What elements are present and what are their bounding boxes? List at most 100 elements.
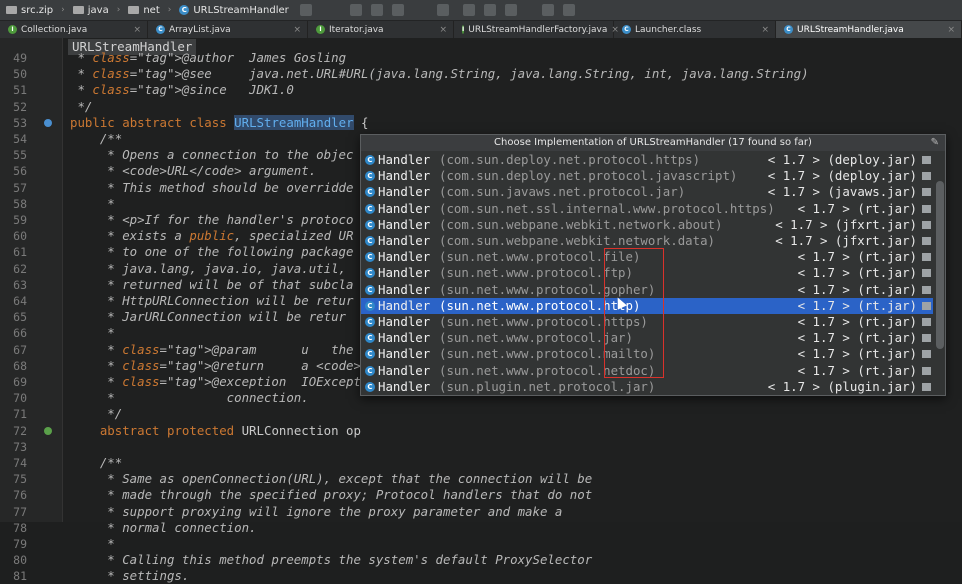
close-icon[interactable]: ×	[439, 25, 447, 35]
close-icon[interactable]: ×	[133, 25, 141, 35]
toolbar-button-icon[interactable]	[350, 4, 362, 16]
implementation-item[interactable]: C Handler (com.sun.deploy.net.protocol.jav…	[361, 168, 933, 184]
jar-library-icon	[922, 220, 931, 229]
class-icon: C	[365, 381, 375, 392]
code-text: * <code>URL</code> argument.	[70, 163, 317, 179]
toolbar-button-icon[interactable]	[563, 4, 575, 16]
line-number: 64	[13, 294, 27, 308]
folder-icon	[128, 6, 140, 14]
tab-launcher-class[interactable]: C Launcher.class ×	[614, 21, 776, 38]
breadcrumb-item-package-java[interactable]: java	[72, 4, 109, 16]
code-line[interactable]: 49 * class="tag">@author James Gosling	[0, 50, 962, 66]
code-line[interactable]: 72 abstract protected URLConnection op	[0, 423, 962, 439]
class-icon: C	[365, 317, 375, 327]
toolbar-button-icon[interactable]	[392, 4, 404, 16]
tab-urlstreamhandler-java[interactable]: C URLStreamHandler.java ×	[776, 21, 962, 38]
package-name: (com.sun.webpane.webkit.network.data)	[439, 233, 716, 248]
breadcrumb-label: java	[87, 4, 109, 16]
version-location: < 1.7 > (rt.jar)	[797, 314, 917, 329]
code-text: abstract protected URLConnection op	[99, 422, 361, 438]
implementation-item[interactable]: C Handler (com.sun.deploy.net.protocol.htt…	[361, 152, 933, 168]
class-name: Handler	[378, 184, 431, 200]
implemented-marker-icon[interactable]	[44, 118, 52, 127]
breadcrumb-item-archive[interactable]: src.zip	[6, 5, 53, 16]
toolbar-button-icon[interactable]	[371, 4, 383, 16]
version-location: < 1.7 > (rt.jar)	[797, 281, 917, 297]
tab-arraylist-java[interactable]: C ArrayList.java ×	[148, 21, 308, 38]
jar-library-icon	[922, 318, 931, 326]
implement-method-marker-icon[interactable]	[44, 426, 52, 435]
tab-iterator-java[interactable]: I Iterator.java ×	[308, 21, 454, 38]
toolbar-button-icon[interactable]	[463, 4, 475, 16]
interface-icon: I	[462, 25, 465, 34]
line-number: 68	[13, 358, 27, 373]
class-name: Handler	[378, 265, 431, 281]
package-name: (com.sun.webpane.webkit.network.about)	[439, 216, 723, 232]
code-line[interactable]: 53 public abstract class URLStreamHandler…	[0, 114, 962, 131]
code-line[interactable]: 74 /**	[0, 455, 962, 471]
class-icon: C	[365, 171, 375, 182]
line-number: 81	[13, 569, 27, 584]
line-number: 75	[13, 472, 27, 487]
class-name: Handler	[378, 249, 431, 265]
close-icon[interactable]: ×	[761, 25, 769, 35]
jar-library-icon	[922, 334, 931, 343]
line-number: 50	[13, 67, 27, 82]
code-line[interactable]: 76 * made through the specified proxy; P…	[0, 487, 962, 503]
jar-library-icon	[922, 285, 931, 294]
toolbar-button-icon[interactable]	[505, 4, 517, 16]
code-text: * class="tag">@author James Gosling	[70, 50, 347, 65]
code-line[interactable]: 80 * Calling this method preempts the sy…	[0, 552, 962, 568]
implementation-item[interactable]: C Handler (com.sun.javaws.net.protocol.jar…	[361, 184, 933, 200]
breadcrumb-label: URLStreamHandler	[193, 4, 289, 16]
code-line[interactable]: 52 */	[0, 99, 962, 115]
jar-library-icon	[922, 382, 931, 391]
close-icon[interactable]: ×	[947, 25, 955, 35]
toolbar-button-icon[interactable]	[542, 4, 554, 16]
implementation-item[interactable]: C Handler (sun.plugin.net.protocol.jar) < 1…	[361, 379, 933, 395]
line-number: 60	[13, 229, 27, 244]
folder-icon	[72, 6, 84, 14]
class-name: Handler	[378, 152, 431, 167]
implementation-item[interactable]: C Handler (com.sun.net.ssl.internal.www.pr…	[361, 201, 933, 217]
toolbar-button-icon[interactable]	[437, 4, 449, 16]
jar-library-icon	[922, 269, 931, 278]
breadcrumb-item-package-net[interactable]: net	[128, 5, 160, 16]
code-text: /**	[70, 455, 123, 470]
code-line[interactable]: 71 */	[0, 406, 962, 422]
package-name: (com.sun.net.ssl.internal.www.protocol.h…	[439, 200, 775, 216]
toolbar-button-icon[interactable]	[484, 4, 496, 16]
code-text: * settings.	[70, 568, 190, 584]
code-line[interactable]: 79 *	[0, 536, 962, 552]
pin-icon[interactable]: ✎	[931, 135, 939, 151]
code-line[interactable]: 78 * normal connection.	[0, 520, 962, 536]
code-line[interactable]: 50 * class="tag">@see java.net.URL#URL(j…	[0, 66, 962, 82]
line-number: 49	[13, 51, 27, 65]
class-name: Handler	[378, 346, 431, 362]
code-line[interactable]: 51 * class="tag">@since JDK1.0	[0, 82, 962, 98]
tab-collection-java[interactable]: I Collection.java ×	[0, 21, 148, 38]
code-line[interactable]: 77 * support proxying will ignore the pr…	[0, 504, 962, 520]
class-icon: C	[365, 187, 375, 198]
code-text: */	[70, 98, 93, 114]
popup-title: Choose Implementation of URLStreamHandle…	[494, 137, 812, 148]
breadcrumb-item-class[interactable]: C URLStreamHandler	[179, 4, 289, 16]
code-text: * JarURLConnection will be retur	[70, 309, 347, 325]
version-location: < 1.7 > (jfxrt.jar)	[775, 216, 917, 232]
interface-icon: I	[8, 25, 17, 34]
class-name: Handler	[378, 233, 431, 248]
jar-library-icon	[922, 253, 931, 262]
code-line[interactable]: 75 * Same as openConnection(URL), except…	[0, 471, 962, 487]
close-icon[interactable]: ×	[293, 25, 301, 35]
class-icon: C	[156, 25, 165, 34]
implementation-item[interactable]: C Handler (com.sun.webpane.webkit.network.…	[361, 217, 933, 233]
toolbar-button-icon[interactable]	[300, 4, 312, 16]
class-icon: C	[622, 25, 631, 34]
class-icon: C	[365, 365, 375, 376]
tab-urlstreamhandlerfactory-java[interactable]: I URLStreamHandlerFactory.java ×	[454, 21, 619, 38]
popup-scrollbar[interactable]	[936, 181, 944, 349]
code-line[interactable]: 73	[0, 439, 962, 455]
code-line[interactable]: 81 * settings.	[0, 568, 962, 584]
version-location: < 1.7 > (javaws.jar)	[767, 184, 917, 200]
implementation-item[interactable]: C Handler (com.sun.webpane.webkit.network.…	[361, 233, 933, 249]
